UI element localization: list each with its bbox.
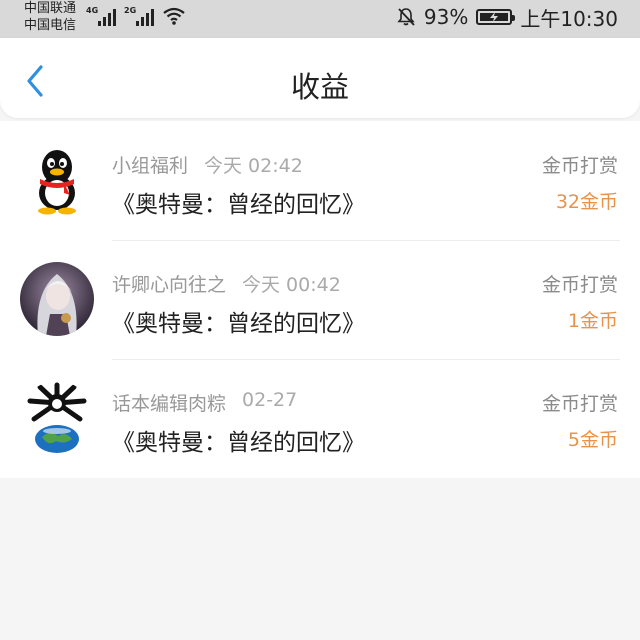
reward-time: 02-27	[242, 389, 298, 411]
reward-time: 今天 02:42	[204, 155, 303, 177]
sender-name[interactable]: 话本编辑肉粽	[112, 389, 226, 416]
reward-row[interactable]: 小组福利 今天 02:42 《奥特曼：曾经的回忆》 金币打赏 32金币	[0, 121, 640, 240]
sender-name[interactable]: 小组福利	[112, 151, 188, 178]
reward-type: 金币打赏	[541, 274, 618, 296]
page-title: 收益	[290, 70, 349, 104]
carrier-1: 中国联通	[24, 1, 77, 16]
signal-sim2-icon: 2G	[124, 6, 154, 26]
carrier-labels: 中国联通 中国电信	[24, 0, 76, 34]
penguin-avatar-icon	[20, 143, 94, 217]
status-right: 93% 上午10:30	[396, 0, 618, 34]
reward-amount: 1金币	[567, 310, 618, 332]
globe-character-avatar-icon	[20, 381, 94, 455]
avatar[interactable]	[20, 143, 94, 217]
book-title[interactable]: 《奥特曼：曾经的回忆》	[112, 304, 365, 338]
reward-amount: 5金币	[567, 429, 618, 451]
sim2-network-label: 2G	[124, 6, 137, 15]
clock: 上午10:30	[520, 6, 618, 31]
reward-row[interactable]: 许卿心向往之 今天 00:42 《奥特曼：曾经的回忆》 金币打赏 1金币	[0, 240, 640, 359]
reward-meta: 许卿心向往之 今天 00:42	[112, 270, 341, 297]
battery-percent: 93%	[423, 5, 469, 29]
avatar[interactable]	[20, 262, 94, 336]
carrier-2: 中国电信	[24, 18, 77, 33]
reward-type: 金币打赏	[541, 393, 618, 415]
status-bar: 中国联通 中国电信 4G 2G 93% 上午10:30	[0, 0, 640, 38]
book-title[interactable]: 《奥特曼：曾经的回忆》	[112, 423, 365, 457]
sim1-network-label: 4G	[86, 6, 99, 15]
battery-icon	[476, 9, 516, 25]
reward-type: 金币打赏	[541, 155, 618, 177]
reward-meta: 小组福利 今天 02:42	[112, 151, 303, 178]
reward-amount: 32金币	[555, 191, 618, 213]
reward-row[interactable]: 话本编辑肉粽 02-27 《奥特曼：曾经的回忆》 金币打赏 5金币	[0, 359, 640, 478]
mute-bell-icon	[397, 8, 415, 26]
reward-list: 小组福利 今天 02:42 《奥特曼：曾经的回忆》 金币打赏 32金币 许卿心向…	[0, 121, 640, 478]
anime-girl-avatar-icon	[20, 262, 94, 336]
signal-sim1-icon: 4G	[86, 6, 116, 26]
wifi-icon	[163, 7, 185, 25]
avatar[interactable]	[20, 381, 94, 455]
sender-name[interactable]: 许卿心向往之	[112, 270, 226, 297]
reward-meta: 话本编辑肉粽 02-27	[112, 389, 297, 416]
reward-time: 今天 00:42	[242, 274, 341, 296]
app-header: 收益	[0, 38, 640, 118]
book-title[interactable]: 《奥特曼：曾经的回忆》	[112, 185, 365, 219]
